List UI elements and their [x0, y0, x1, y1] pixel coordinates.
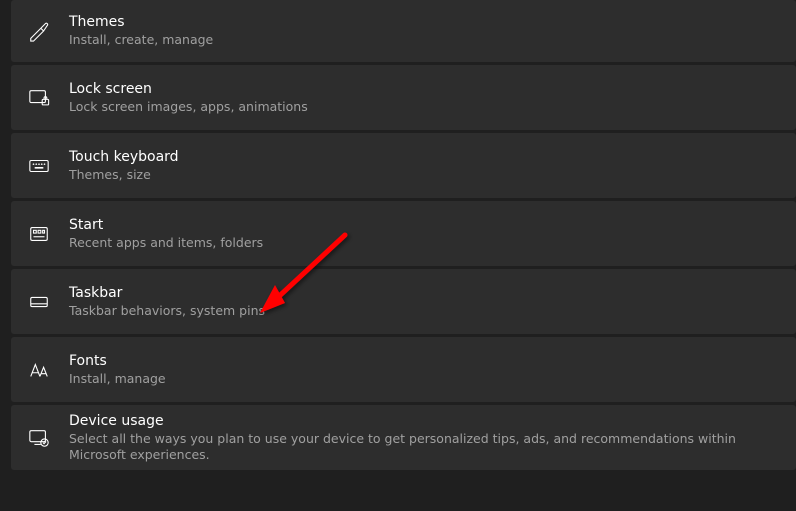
settings-item-touch-keyboard[interactable]: Touch keyboard Themes, size [11, 133, 796, 198]
item-title: Touch keyboard [69, 148, 179, 166]
label-block: Touch keyboard Themes, size [57, 148, 179, 183]
settings-item-themes[interactable]: Themes Install, create, manage [11, 0, 796, 62]
settings-item-device-usage[interactable]: Device usage Select all the ways you pla… [11, 405, 796, 470]
settings-item-fonts[interactable]: Fonts Install, manage [11, 337, 796, 402]
keyboard-icon [21, 148, 57, 184]
item-title: Fonts [69, 352, 166, 370]
item-title: Taskbar [69, 284, 265, 302]
label-block: Lock screen Lock screen images, apps, an… [57, 80, 308, 115]
fonts-icon [21, 352, 57, 388]
item-title: Themes [69, 13, 213, 31]
device-usage-icon [21, 420, 57, 456]
item-subtitle: Themes, size [69, 167, 179, 183]
item-subtitle: Recent apps and items, folders [69, 235, 263, 251]
label-block: Taskbar Taskbar behaviors, system pins [57, 284, 265, 319]
label-block: Fonts Install, manage [57, 352, 166, 387]
item-title: Device usage [69, 412, 796, 430]
item-title: Lock screen [69, 80, 308, 98]
label-block: Themes Install, create, manage [57, 13, 213, 48]
lock-screen-icon [21, 80, 57, 116]
item-subtitle: Install, manage [69, 371, 166, 387]
taskbar-icon [21, 284, 57, 320]
settings-item-lock-screen[interactable]: Lock screen Lock screen images, apps, an… [11, 65, 796, 130]
paintbrush-icon [21, 13, 57, 49]
label-block: Start Recent apps and items, folders [57, 216, 263, 251]
settings-list: Themes Install, create, manage Lock scre… [0, 0, 796, 470]
item-subtitle: Select all the ways you plan to use your… [69, 431, 796, 464]
settings-item-taskbar[interactable]: Taskbar Taskbar behaviors, system pins [11, 269, 796, 334]
item-subtitle: Lock screen images, apps, animations [69, 99, 308, 115]
item-subtitle: Install, create, manage [69, 32, 213, 48]
label-block: Device usage Select all the ways you pla… [57, 412, 796, 464]
item-subtitle: Taskbar behaviors, system pins [69, 303, 265, 319]
start-menu-icon [21, 216, 57, 252]
item-title: Start [69, 216, 263, 234]
settings-item-start[interactable]: Start Recent apps and items, folders [11, 201, 796, 266]
